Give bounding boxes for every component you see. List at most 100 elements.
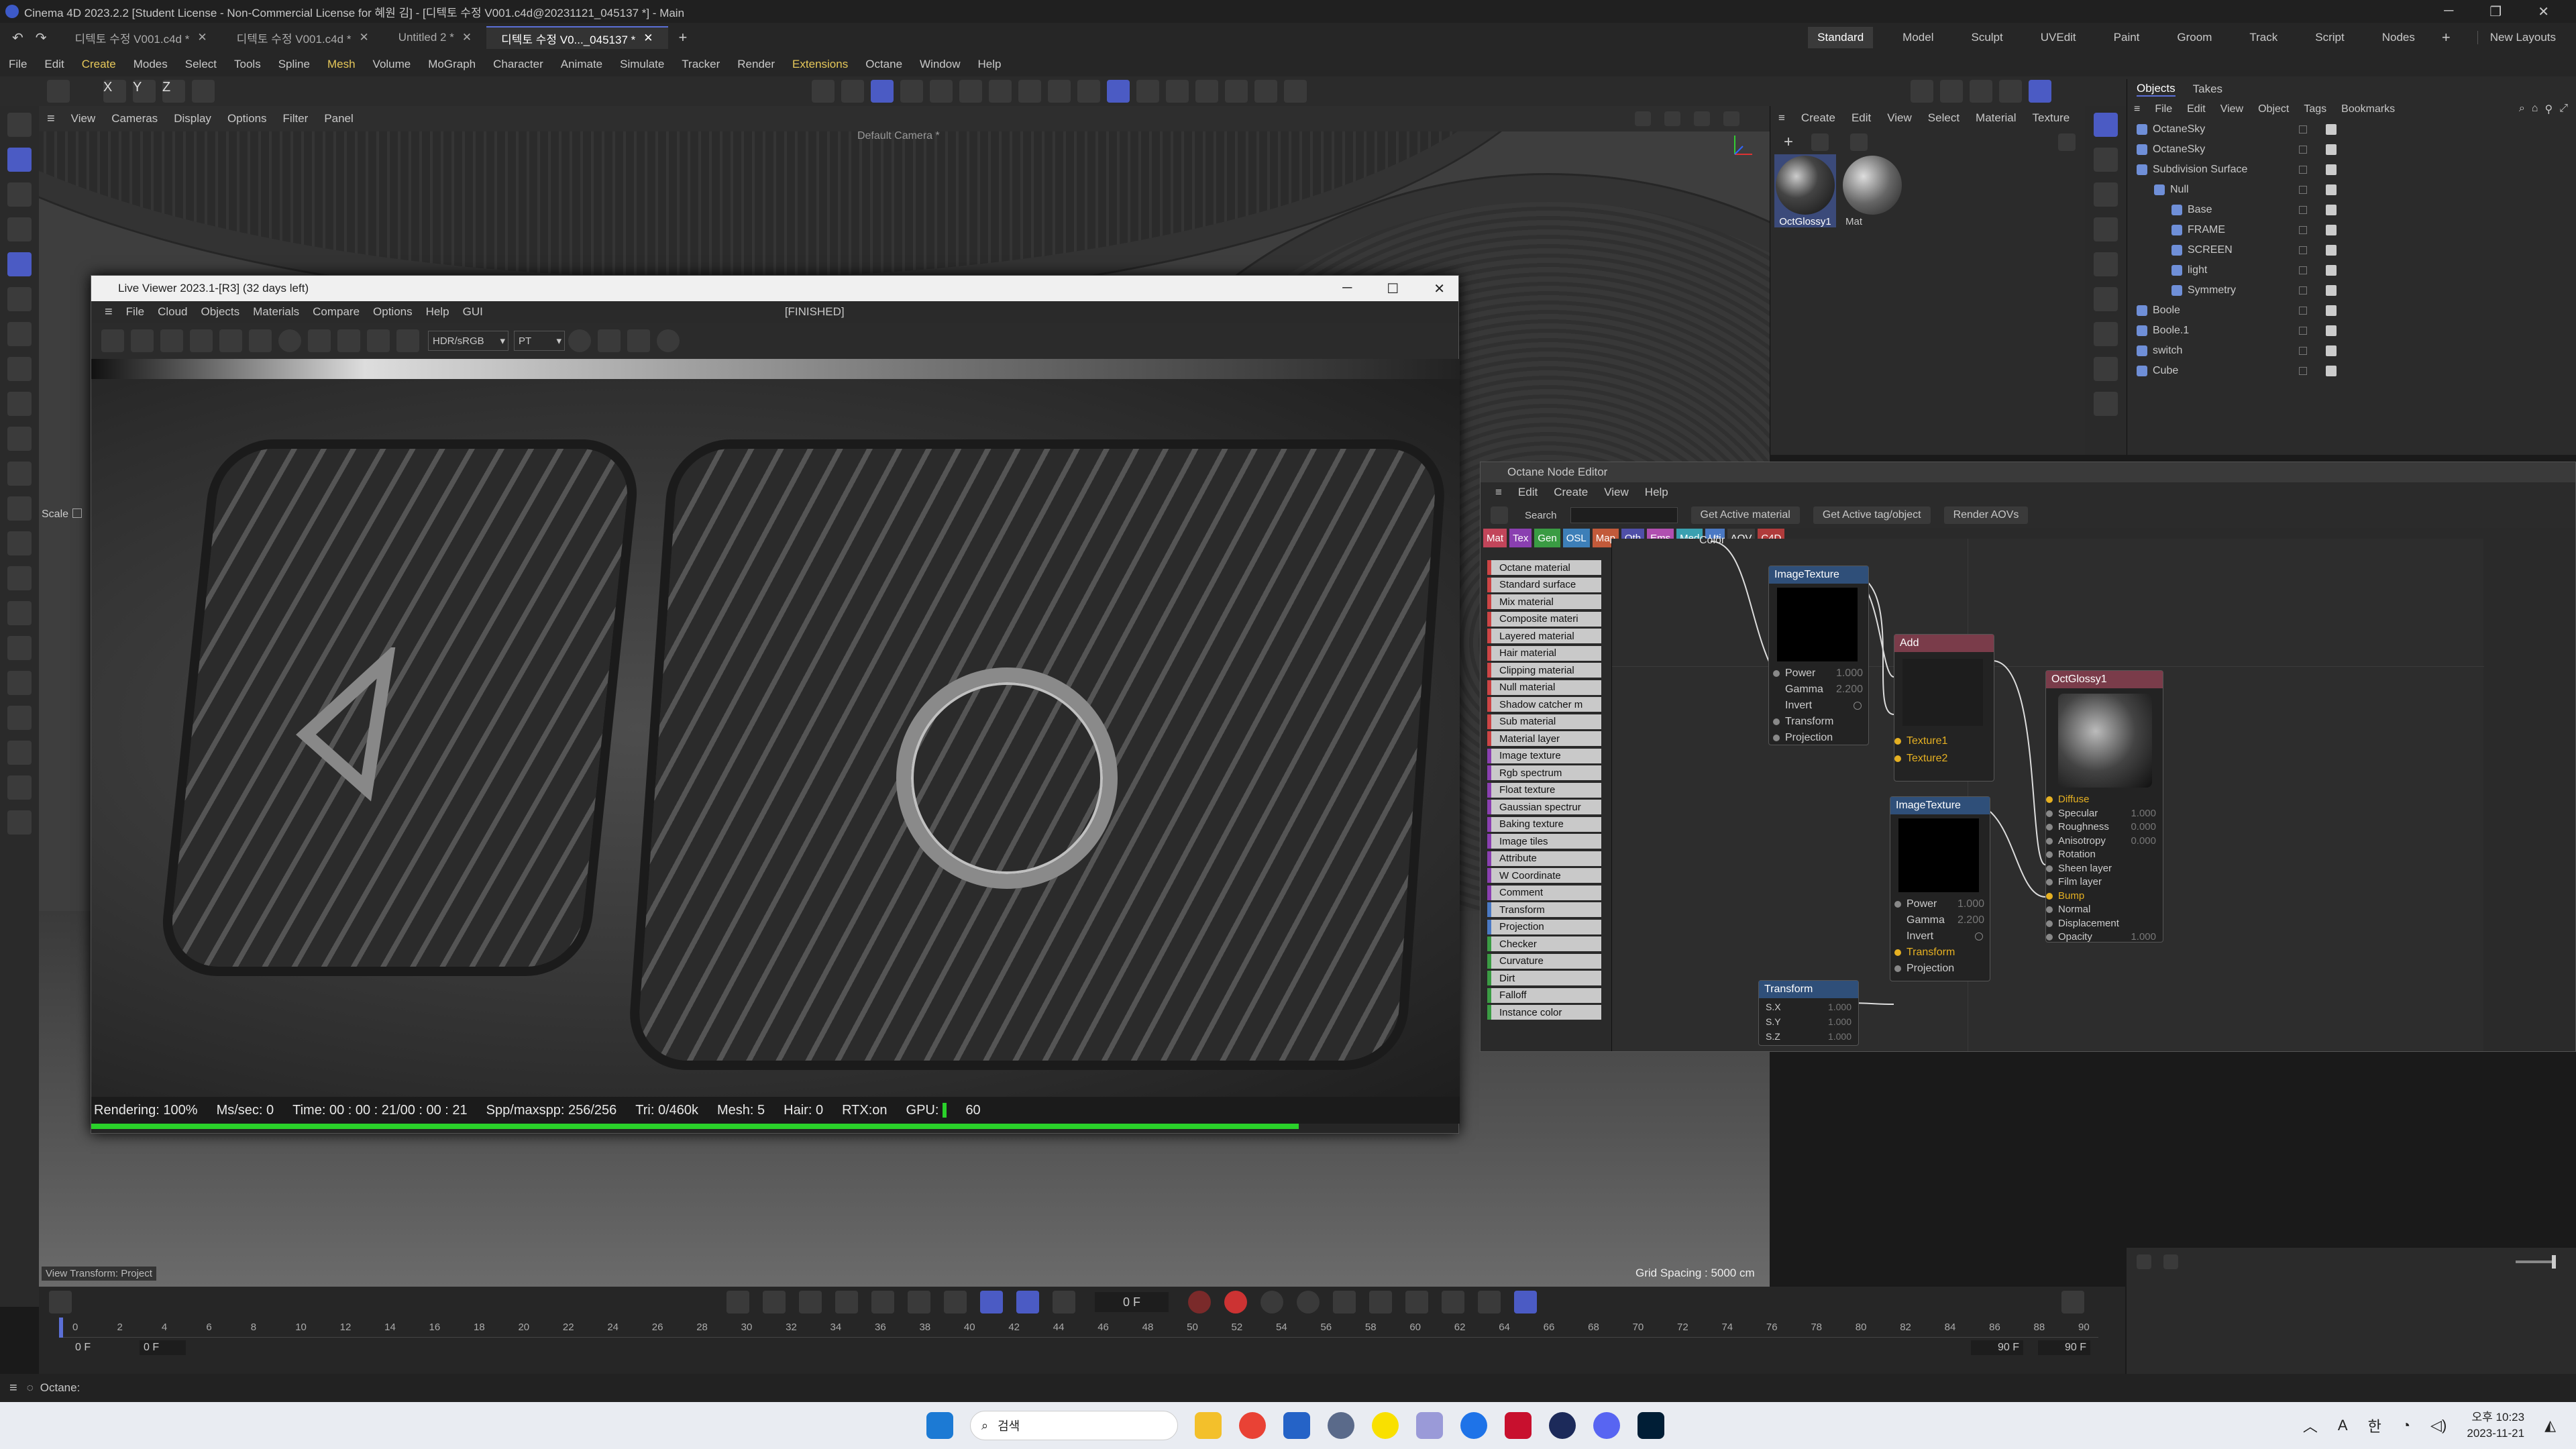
node-library-item[interactable]: Dirt (1487, 971, 1601, 985)
get-active-tag-button[interactable]: Get Active tag/object (1813, 506, 1931, 524)
ime-mode[interactable]: A (2338, 1417, 2348, 1434)
list-view-icon[interactable] (2137, 1254, 2151, 1269)
magnet-icon[interactable] (1018, 80, 1041, 103)
current-frame-field[interactable]: 0 F (1095, 1292, 1169, 1312)
menu-tools[interactable]: Tools (225, 58, 270, 71)
visibility-toggle-icon[interactable] (2299, 246, 2307, 254)
viewport-menu-icon[interactable]: ≡ (39, 111, 63, 127)
ime-lang[interactable]: 한 (2368, 1415, 2381, 1436)
minimize-icon[interactable]: ─ (2444, 3, 2453, 20)
menu-file[interactable]: File (0, 58, 36, 71)
scale-icon[interactable] (7, 252, 32, 276)
glossy-pin-row[interactable]: Sheen layer (2046, 862, 2163, 876)
octglossy-node[interactable]: OctGlossy1 Diffuse Specular 1.000 Roughness… (2045, 670, 2163, 943)
node-refresh-icon[interactable] (1491, 506, 1508, 524)
object-row[interactable]: light (2137, 260, 2576, 280)
range-start[interactable]: 0 F (75, 1342, 91, 1354)
interpolation-icon[interactable] (1514, 1291, 1537, 1313)
snap-icon[interactable] (1077, 80, 1100, 103)
snipping-tool-icon[interactable] (1416, 1412, 1443, 1439)
ne-menu-view[interactable]: View (1596, 486, 1637, 499)
menu-icon[interactable]: ≡ (98, 305, 119, 320)
symmetry-icon[interactable] (1048, 80, 1071, 103)
node-library-item[interactable]: Null material (1487, 680, 1601, 695)
range-end[interactable]: 90 F (2038, 1340, 2091, 1355)
visibility-toggle-icon[interactable] (2299, 186, 2307, 194)
next-key-icon[interactable] (908, 1291, 930, 1313)
render-image[interactable] (91, 359, 1460, 1097)
visibility-toggle-icon[interactable] (2299, 347, 2307, 355)
kernel-select[interactable]: PT ▾ (514, 331, 565, 351)
model-mode-icon[interactable] (47, 80, 70, 103)
obj-menu-object[interactable]: Object (2258, 103, 2289, 115)
object-row[interactable]: Subdivision Surface (2137, 160, 2576, 180)
tag-icon[interactable] (2326, 144, 2337, 155)
visibility-toggle-icon[interactable] (2299, 307, 2307, 315)
menu-select[interactable]: Select (176, 58, 225, 71)
node-canvas[interactable]: Color ImageTexture Power 1.000 Gamma 2.200… (1611, 535, 2484, 1051)
layout-model[interactable]: Model (1902, 31, 1933, 44)
settings-icon[interactable] (1225, 80, 1248, 103)
object-mode-icon[interactable] (930, 80, 953, 103)
node-category-tab[interactable]: Mat (1483, 529, 1507, 547)
edit-material-icon[interactable] (1811, 133, 1829, 151)
bridge-icon[interactable] (7, 427, 32, 451)
viewport-menu-panel[interactable]: Panel (316, 112, 361, 125)
tag-icon[interactable] (2326, 366, 2337, 376)
render-settings-icon[interactable] (1999, 80, 2022, 103)
object-row[interactable]: Null (2137, 180, 2576, 200)
settings-icon[interactable] (219, 329, 242, 352)
menu-animate[interactable]: Animate (552, 58, 611, 71)
node-search-input[interactable] (1570, 507, 1678, 523)
menu-render[interactable]: Render (729, 58, 784, 71)
autokey-icon[interactable] (1224, 1291, 1247, 1313)
object-row[interactable]: SCREEN (2137, 240, 2576, 260)
viewport-menu-display[interactable]: Display (166, 112, 219, 125)
material-thumb-mat[interactable]: Mat (1841, 154, 1903, 227)
layout-sculpt[interactable]: Sculpt (1971, 31, 2002, 44)
lv-menu-compare[interactable]: Compare (306, 305, 366, 319)
key-point-icon[interactable] (1478, 1291, 1501, 1313)
weld-icon[interactable] (7, 462, 32, 486)
filter-icon[interactable]: ⚲ (2544, 103, 2553, 116)
mat-menu-view[interactable]: View (1887, 111, 1912, 125)
menu-icon[interactable]: ≡ (2134, 103, 2140, 115)
new-layouts-button[interactable]: New Layouts (2477, 31, 2556, 44)
mirror-tool-icon[interactable] (7, 601, 32, 625)
visibility-toggle-icon[interactable] (2299, 206, 2307, 214)
color-picker-icon[interactable] (568, 329, 591, 352)
input-pin[interactable] (1894, 738, 1901, 745)
visibility-toggle-icon[interactable] (2299, 146, 2307, 154)
axis-x-icon[interactable]: X (103, 80, 126, 103)
doc-tab-1[interactable]: 디텍토 수정 V001.c4d * ✕ (60, 26, 222, 49)
menu-icon[interactable]: ≡ (1487, 486, 1510, 499)
node-library-item[interactable]: Mix material (1487, 594, 1601, 609)
axis-z-icon[interactable]: Z (162, 80, 185, 103)
close-tab-icon[interactable]: ✕ (197, 31, 207, 44)
mat-menu-create[interactable]: Create (1801, 111, 1835, 125)
film-settings-icon[interactable] (367, 329, 390, 352)
scale-lock-icon[interactable] (72, 508, 83, 518)
taskbar-clock[interactable]: 오후 10:23 2023-11-21 (2467, 1409, 2524, 1442)
octane-icon[interactable] (1284, 80, 1307, 103)
visibility-toggle-icon[interactable] (2299, 367, 2307, 375)
input-pin[interactable] (2046, 796, 2053, 804)
render-region-icon[interactable] (1911, 80, 1933, 103)
send-scene-icon[interactable] (101, 329, 124, 352)
settings-app-icon[interactable] (1328, 1412, 1354, 1439)
node-library-item[interactable]: Layered material (1487, 629, 1601, 643)
key-rotation-icon[interactable] (1333, 1291, 1356, 1313)
layout-uvedit[interactable]: UVEdit (2041, 31, 2076, 44)
glossy-pin-row[interactable]: Normal (2046, 903, 2163, 917)
object-row[interactable]: Cube (2137, 361, 2576, 381)
octane-camera-icon[interactable] (2094, 113, 2118, 137)
object-row[interactable]: OctaneSky (2137, 119, 2576, 140)
layout-groom[interactable]: Groom (2177, 31, 2212, 44)
glossy-pin-row[interactable]: Diffuse (2046, 793, 2163, 807)
node-library-item[interactable]: Image tiles (1487, 834, 1601, 849)
obj-menu-bookmarks[interactable]: Bookmarks (2341, 103, 2395, 115)
object-row[interactable]: Boole.1 (2137, 321, 2576, 341)
axis-y-icon[interactable]: Y (133, 80, 156, 103)
input-pin[interactable] (1773, 735, 1780, 741)
close-icon[interactable]: ✕ (1434, 280, 1445, 297)
